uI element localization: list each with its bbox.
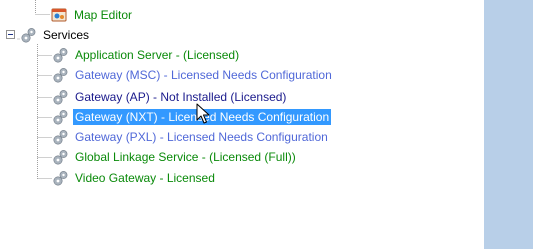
tree-item-service[interactable]: Application Server - (Licensed) bbox=[52, 46, 241, 64]
collapse-toggle[interactable] bbox=[6, 30, 15, 39]
side-panel bbox=[484, 0, 533, 249]
tree-item-service[interactable]: Video Gateway - Licensed bbox=[52, 169, 217, 187]
services-tree[interactable]: Map Editor Services Application Server -… bbox=[0, 0, 484, 249]
gears-icon bbox=[20, 26, 38, 44]
tree-node-services[interactable]: Services bbox=[20, 26, 91, 44]
map-editor-icon bbox=[50, 6, 68, 24]
tree-item-service[interactable]: Gateway (MSC) - Licensed Needs Configura… bbox=[52, 66, 334, 84]
gear-icon bbox=[52, 128, 70, 146]
service-label: Application Server - (Licensed) bbox=[75, 48, 240, 62]
gear-icon bbox=[52, 148, 70, 166]
tree-item-service[interactable]: Gateway (AP) - Not Installed (Licensed) bbox=[52, 88, 288, 106]
gear-icon bbox=[52, 66, 70, 84]
tree-item-map-editor[interactable]: Map Editor bbox=[50, 6, 134, 24]
tree-item-label: Map Editor bbox=[74, 8, 133, 22]
service-label: Video Gateway - Licensed bbox=[75, 171, 215, 185]
gear-icon bbox=[52, 169, 70, 187]
service-label: Gateway (AP) - Not Installed (Licensed) bbox=[75, 90, 287, 104]
gear-icon bbox=[52, 108, 70, 126]
tree-item-service[interactable]: Global Linkage Service - (Licensed (Full… bbox=[52, 148, 298, 166]
tree-item-service[interactable]: Gateway (PXL) - Licensed Needs Configura… bbox=[52, 128, 330, 146]
gear-icon bbox=[52, 46, 70, 64]
service-label: Gateway (PXL) - Licensed Needs Configura… bbox=[75, 130, 328, 144]
service-label: Global Linkage Service - (Licensed (Full… bbox=[75, 150, 296, 164]
tree-item-service-selected[interactable]: Gateway (NXT) - Licensed Needs Configura… bbox=[52, 108, 332, 126]
mouse-pointer-icon bbox=[196, 103, 210, 124]
tree-node-label: Services bbox=[43, 28, 90, 42]
service-label: Gateway (MSC) - Licensed Needs Configura… bbox=[75, 68, 332, 82]
gear-icon bbox=[52, 88, 70, 106]
